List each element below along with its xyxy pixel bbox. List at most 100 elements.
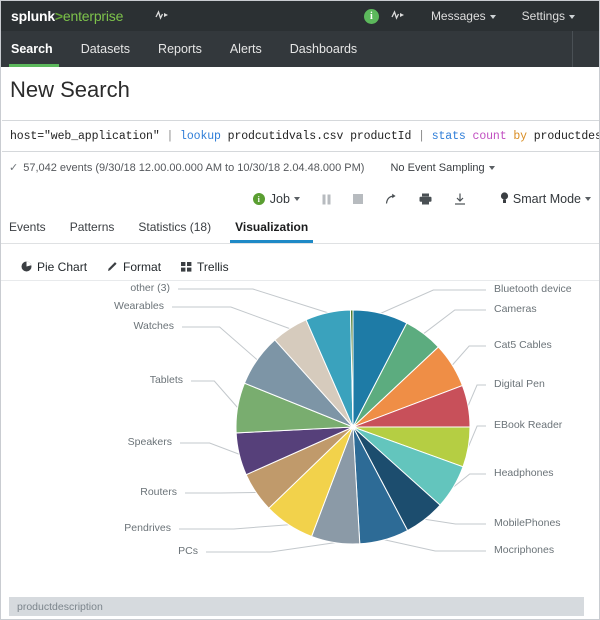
- pause-glyph: [322, 194, 331, 205]
- pie-slice-label: Cat5 Cables: [494, 339, 552, 351]
- event-sampling-menu[interactable]: No Event Sampling: [390, 162, 494, 174]
- activity-pulse-icon[interactable]: [155, 10, 169, 22]
- share-glyph: [385, 193, 397, 205]
- event-sampling-label: No Event Sampling: [390, 162, 484, 174]
- activity-pulse-icon-secondary[interactable]: [391, 9, 405, 23]
- query-token-5: stats: [432, 130, 473, 143]
- query-token-1: |: [166, 130, 180, 143]
- pencil-format-icon: [107, 261, 118, 272]
- chevron-down-icon: [585, 197, 591, 201]
- tab-events[interactable]: Events: [1, 217, 58, 242]
- appbar-item-reports[interactable]: Reports: [144, 31, 216, 67]
- format-label: Format: [123, 260, 161, 274]
- checkmark-icon: ✓: [9, 161, 18, 174]
- appbar-label-search: Search: [11, 42, 53, 56]
- format-button[interactable]: Format: [107, 260, 161, 274]
- appbar-item-search[interactable]: Search: [1, 31, 67, 67]
- print-icon[interactable]: [419, 193, 432, 205]
- appbar-item-dashboards[interactable]: Dashboards: [276, 31, 371, 67]
- pie-chart[interactable]: [234, 308, 472, 546]
- logo-gt-text: >: [55, 8, 63, 24]
- query-token-0: host="web_application": [10, 130, 166, 143]
- chevron-down-icon: [569, 15, 575, 19]
- settings-label: Settings: [522, 9, 565, 23]
- trellis-glyph: [181, 262, 192, 272]
- pie-slice-label: Speakers: [2, 436, 172, 448]
- tab-visualization[interactable]: Visualization: [223, 217, 320, 242]
- global-nav-right: i Messages Settings: [364, 1, 600, 31]
- pie-slice-label: Routers: [2, 486, 177, 498]
- pie-slice-label: MobilePhones: [494, 517, 561, 529]
- search-mode-menu[interactable]: Smart Mode: [500, 192, 591, 207]
- stop-icon[interactable]: [353, 194, 363, 204]
- activity-pulse-glyph-2: [391, 10, 405, 20]
- job-status-badge: i: [253, 193, 265, 205]
- field-bar[interactable]: productdescription: [9, 597, 584, 616]
- share-icon[interactable]: [385, 193, 397, 205]
- pie-leader-line: [191, 381, 238, 408]
- chart-type-label: Pie Chart: [37, 260, 87, 274]
- job-menu[interactable]: i Job: [253, 192, 300, 206]
- page-title: New Search: [10, 77, 130, 103]
- query-token-7: by: [513, 130, 533, 143]
- search-query-text: host="web_application" | lookup prodcuti…: [2, 130, 599, 143]
- pie-chart-icon: [21, 261, 32, 272]
- appbar-item-datasets[interactable]: Datasets: [67, 31, 144, 67]
- pie-slice-label: Digital Pen: [494, 378, 545, 390]
- pie-chart-svg[interactable]: [234, 308, 472, 546]
- splunk-search-window: splunk>enterprise i Messages Settings: [0, 0, 600, 620]
- pie-slice-label: other (3): [2, 282, 170, 294]
- pie-slice-label: Pendrives: [2, 522, 171, 534]
- query-token-2: lookup: [180, 130, 228, 143]
- chart-type-button[interactable]: Pie Chart: [21, 260, 87, 274]
- pie-slice-label: Tablets: [2, 374, 183, 386]
- trellis-button[interactable]: Trellis: [181, 260, 229, 274]
- pie-slice-label: Wearables: [2, 300, 164, 312]
- chevron-down-icon: [490, 15, 496, 19]
- messages-label: Messages: [431, 9, 486, 23]
- visualization-toolbar: Pie Chart Format Trellis: [1, 253, 599, 281]
- pie-slice-label: Watches: [2, 320, 174, 332]
- pie-slice-label: Headphones: [494, 467, 554, 479]
- messages-menu[interactable]: Messages: [431, 9, 496, 23]
- info-badge-icon[interactable]: i: [364, 9, 379, 24]
- pie-slice-label: EBook Reader: [494, 419, 562, 431]
- appbar-label-datasets: Datasets: [81, 42, 130, 56]
- pie-leader-line: [180, 443, 239, 454]
- tab-patterns-label: Patterns: [70, 220, 115, 234]
- lightbulb-glyph: [500, 192, 509, 204]
- trellis-grid-icon: [181, 262, 192, 272]
- tab-visualization-label: Visualization: [235, 220, 308, 234]
- visualization-chart-area: Bluetooth deviceCamerasCat5 CablesDigita…: [2, 282, 599, 590]
- appbar-label-reports: Reports: [158, 42, 202, 56]
- appbar-item-alerts[interactable]: Alerts: [216, 31, 276, 67]
- tab-events-label: Events: [9, 220, 46, 234]
- query-token-4: |: [418, 130, 432, 143]
- tab-statistics[interactable]: Statistics (18): [126, 217, 223, 242]
- pause-icon[interactable]: [322, 194, 331, 205]
- splunk-logo[interactable]: splunk>enterprise: [11, 8, 123, 24]
- lightbulb-icon: [500, 192, 509, 207]
- stop-glyph: [353, 194, 363, 204]
- tab-patterns[interactable]: Patterns: [58, 217, 127, 242]
- chevron-down-icon: [489, 166, 495, 170]
- tab-statistics-label: Statistics (18): [138, 220, 211, 234]
- pie-chart-glyph: [21, 261, 32, 272]
- app-navbar: Search Datasets Reports Alerts Dashboard…: [1, 31, 600, 67]
- pie-slice-label: Cameras: [494, 303, 537, 315]
- result-tabs: Events Patterns Statistics (18) Visualiz…: [1, 217, 599, 244]
- logo-splunk-text: splunk: [11, 8, 55, 24]
- navbar-divider: [572, 31, 573, 67]
- global-navbar: splunk>enterprise i Messages Settings: [1, 1, 600, 31]
- print-glyph: [419, 193, 432, 205]
- logo-enterprise-text: enterprise: [63, 8, 123, 24]
- activity-pulse-glyph: [155, 10, 169, 20]
- export-download-icon[interactable]: [454, 193, 466, 205]
- chart-footer: productdescription: [2, 592, 599, 620]
- settings-menu[interactable]: Settings: [522, 9, 575, 23]
- query-token-6: count: [473, 130, 514, 143]
- appbar-label-dashboards: Dashboards: [290, 42, 357, 56]
- field-label: productdescription: [9, 601, 103, 613]
- pie-slice-label: PCs: [2, 545, 198, 557]
- search-input[interactable]: host="web_application" | lookup prodcuti…: [2, 120, 599, 152]
